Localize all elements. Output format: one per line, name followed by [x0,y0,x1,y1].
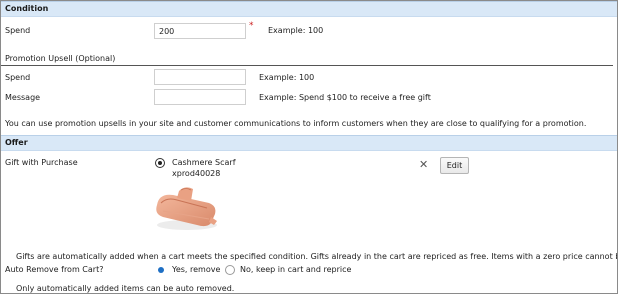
upsell-message-input[interactable] [154,89,249,105]
upsell-message-example: Example: Spend $100 to receive a free gi… [259,93,431,102]
auto-remove-label: Auto Remove from Cart? [5,265,104,274]
upsell-spend-label: Spend [5,73,31,82]
offer-section-header: Offer [1,135,617,151]
auto-remove-no-label[interactable]: No, keep in cart and reprice [240,265,351,274]
condition-spend-input[interactable] [154,23,249,39]
auto-remove-yes-label[interactable]: Yes, remove [172,265,220,274]
condition-section-header: Condition [1,1,617,17]
upsell-spend-input[interactable] [154,69,249,85]
condition-spend-example: Example: 100 [268,26,324,35]
auto-remove-note-text: Only automatically added items can be au… [16,284,235,293]
condition-header-label: Condition [5,4,49,13]
gift-with-purchase-label: Gift with Purchase [5,158,78,167]
upsell-divider [1,65,613,66]
gift-product-sku: xprod40028 [172,169,221,178]
auto-remove-yes-radio[interactable] [158,267,164,273]
required-indicator: * [249,21,254,31]
upsell-section-title: Promotion Upsell (Optional) [5,54,116,63]
upsell-message-label: Message [5,93,41,102]
condition-spend-label: Spend [5,26,31,35]
upsell-spend-field[interactable] [155,70,249,84]
offer-header-label: Offer [5,138,28,147]
edit-gift-button[interactable]: Edit [440,157,469,174]
upsell-message-field[interactable] [155,90,249,104]
gifts-note-text: Gifts are automatically added when a car… [16,252,617,261]
gift-product-name: Cashmere Scarf [172,158,236,167]
condition-spend-field[interactable] [155,24,249,38]
upsell-spend-example: Example: 100 [259,73,315,82]
promotion-form: Condition Spend * Example: 100 Promotion… [0,0,618,294]
scarf-product-image [156,187,217,230]
close-icon[interactable]: ✕ [419,158,428,171]
auto-remove-no-radio[interactable] [225,265,235,275]
gift-product-radio[interactable] [155,158,165,168]
upsell-info-text: You can use promotion upsells in your si… [5,119,587,128]
